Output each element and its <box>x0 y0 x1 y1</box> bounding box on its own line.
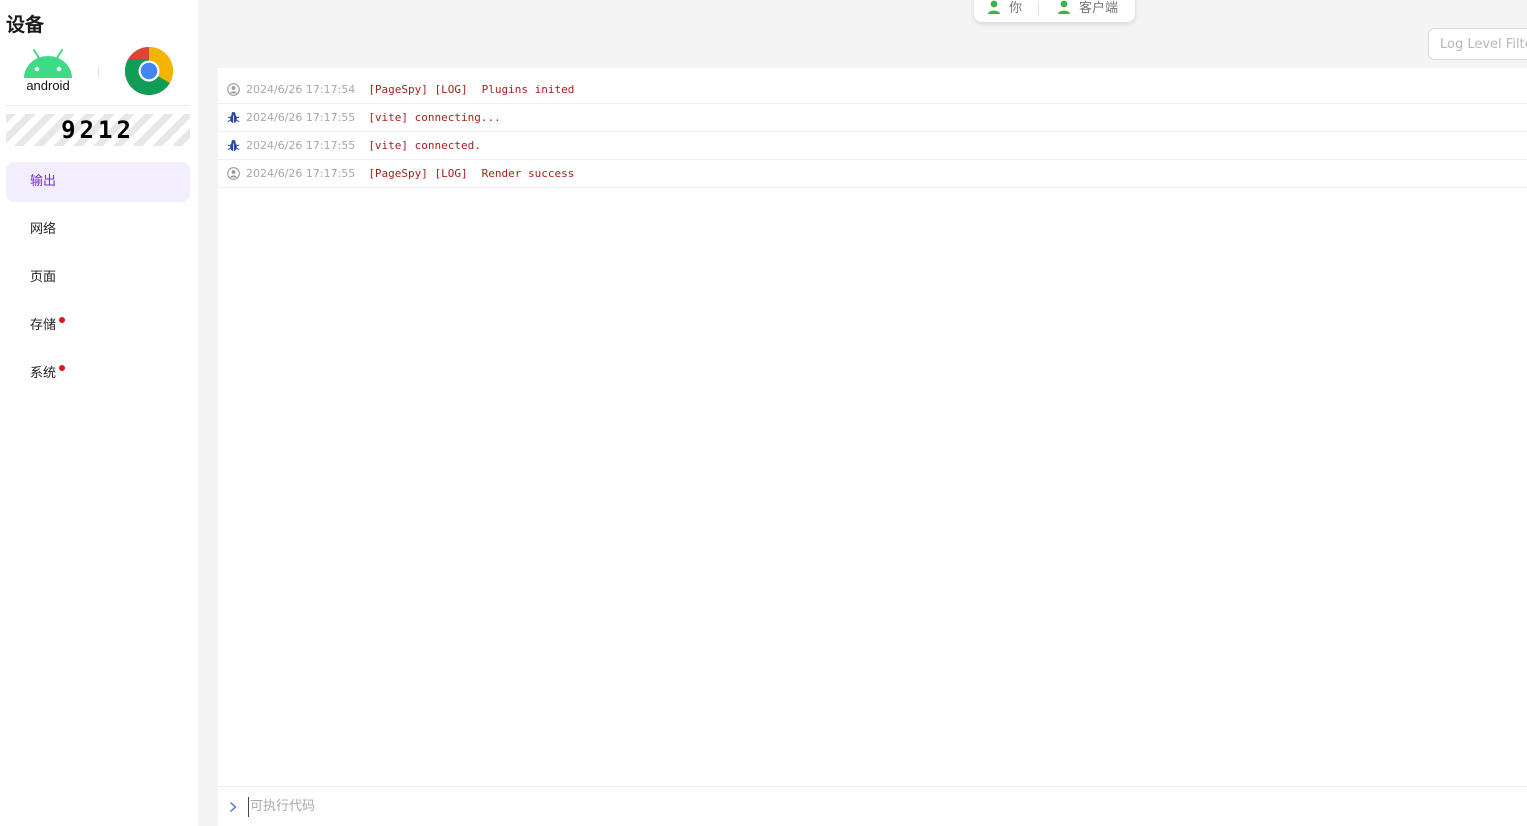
connection-client: 客户端 <box>1057 0 1118 16</box>
log-text: Render success <box>481 167 575 180</box>
log-row: 2024/6/26 17:17:54 [PageSpy] [LOG] Plugin… <box>218 76 1527 104</box>
connection-status: 你 客户端 <box>974 0 1135 22</box>
bug-icon <box>227 112 240 123</box>
sidebar: 设备 android 9212 输出 网络 页面 存储 系统 <box>0 0 198 826</box>
bug-icon <box>227 140 240 151</box>
sidebar-item-label: 系统 <box>30 366 57 381</box>
code-input[interactable] <box>248 796 848 817</box>
log-row: 2024/6/26 17:17:55 [vite] connecting... <box>218 104 1527 132</box>
command-bar <box>218 786 1527 826</box>
chrome-icon <box>124 46 174 96</box>
connection-you-label: 你 <box>1009 1 1023 16</box>
log-source: [PageSpy] [LOG] <box>368 83 468 96</box>
sidebar-item-label: 页面 <box>30 270 57 285</box>
log-timestamp: 2024/6/26 17:17:54 <box>246 83 356 96</box>
sidebar-item-storage[interactable]: 存储 <box>6 306 190 346</box>
notification-dot <box>59 365 66 371</box>
log-level-filter-input[interactable] <box>1428 28 1527 60</box>
sidebar-item-console[interactable]: 输出 <box>6 162 190 202</box>
os-label: android <box>26 78 70 93</box>
sidebar-item-label: 网络 <box>30 222 57 237</box>
log-source: [vite] connected. <box>368 139 481 152</box>
sidebar-item-page[interactable]: 页面 <box>6 258 190 298</box>
log-list: 2024/6/26 17:17:54 [PageSpy] [LOG] Plugin… <box>218 76 1527 188</box>
log-row: 2024/6/26 17:17:55 [PageSpy] [LOG] Render… <box>218 160 1527 188</box>
connection-client-label: 客户端 <box>1079 1 1119 16</box>
log-message: [vite] connecting... <box>368 111 500 124</box>
log-text: Plugins inited <box>481 83 575 96</box>
sidebar-nav: 输出 网络 页面 存储 系统 <box>6 162 190 402</box>
user-icon <box>1058 0 1071 14</box>
device-divider <box>98 66 99 78</box>
log-timestamp: 2024/6/26 17:17:55 <box>246 111 356 124</box>
sidebar-title: 设备 <box>6 14 45 36</box>
log-message: [PageSpy] [LOG] Render success <box>368 167 574 180</box>
log-source: [PageSpy] [LOG] <box>368 167 468 180</box>
user-icon <box>988 0 1000 14</box>
chevron-right-icon <box>230 801 237 812</box>
sidebar-item-label: 输出 <box>30 174 57 189</box>
user-icon <box>227 83 240 96</box>
notification-dot <box>59 317 66 323</box>
log-timestamp: 2024/6/26 17:17:55 <box>246 167 356 180</box>
connection-you: 你 <box>987 0 1022 16</box>
connection-divider <box>1038 2 1040 16</box>
device-info: android <box>6 44 190 106</box>
log-message: [vite] connected. <box>368 139 481 152</box>
log-timestamp: 2024/6/26 17:17:55 <box>246 139 356 152</box>
device-code: 9212 <box>6 114 190 146</box>
sidebar-item-system[interactable]: 系统 <box>6 354 190 394</box>
sidebar-item-label: 存储 <box>30 318 57 333</box>
log-message: [PageSpy] [LOG] Plugins inited <box>368 83 574 96</box>
console-panel: 2024/6/26 17:17:54 [PageSpy] [LOG] Plugin… <box>218 68 1527 826</box>
log-source: [vite] connecting... <box>368 111 501 124</box>
sidebar-item-network[interactable]: 网络 <box>6 210 190 250</box>
log-row: 2024/6/26 17:17:55 [vite] connected. <box>218 132 1527 160</box>
user-icon <box>227 167 240 180</box>
